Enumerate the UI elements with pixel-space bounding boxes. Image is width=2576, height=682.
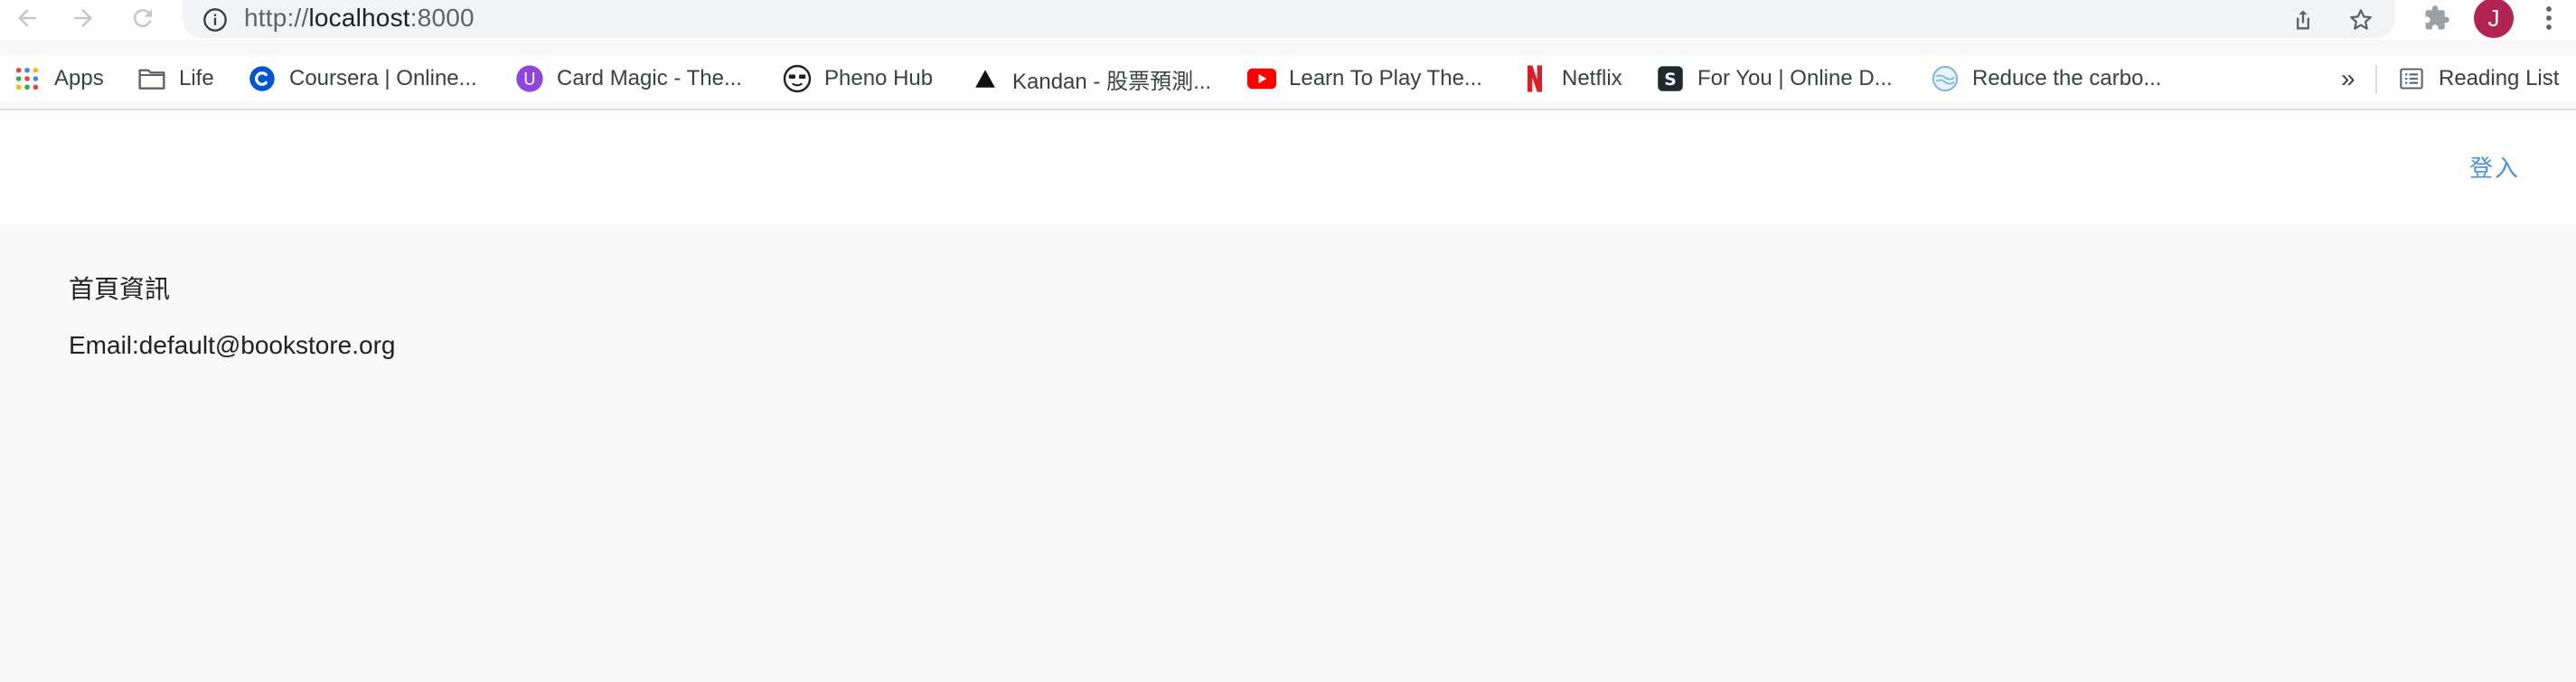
bookmark-label: Life: [179, 66, 214, 90]
globe-icon: [1931, 64, 1960, 93]
kandan-icon: [971, 64, 1000, 93]
site-info-icon[interactable]: [202, 7, 228, 37]
site-header: 登入: [0, 110, 2576, 224]
bookmark-label: Reduce the carbo...: [1972, 66, 2162, 90]
bookmark-star-icon[interactable]: [2346, 5, 2375, 34]
netflix-icon: [1520, 64, 1549, 93]
bookmark-for-you[interactable]: S For You | Online D...: [1656, 56, 1893, 101]
bookmark-netflix[interactable]: Netflix: [1520, 56, 1622, 101]
reload-icon[interactable]: [123, 0, 163, 36]
page-title: 首頁資訊: [69, 275, 171, 303]
folder-icon: [137, 64, 166, 93]
menu-kebab-icon[interactable]: [2535, 0, 2562, 36]
share-icon[interactable]: [2289, 5, 2317, 34]
bookmark-label: Apps: [54, 66, 104, 90]
bookmarks-bar: Apps Life Coursera | Online... U Card Ma…: [0, 56, 2576, 101]
url-text[interactable]: http://localhost:8000: [244, 4, 475, 33]
youtube-icon: [1247, 64, 1276, 93]
profile-button[interactable]: J: [2472, 0, 2515, 38]
contact-email: Email:default@bookstore.org: [69, 331, 396, 359]
reading-list-label: Reading List: [2439, 66, 2560, 90]
bookmark-card-magic[interactable]: U Card Magic - The...: [515, 56, 742, 101]
bookmark-reduce-carbon[interactable]: Reduce the carbo...: [1931, 56, 2161, 101]
reading-list-icon: [2397, 64, 2426, 93]
coursera-icon: [248, 64, 277, 93]
svg-text:U: U: [523, 71, 536, 90]
bookmarks-overflow-chevron-icon[interactable]: »: [2341, 56, 2355, 101]
forward-icon[interactable]: [63, 0, 103, 36]
scribd-icon: S: [1656, 64, 1685, 93]
bookmark-learn-to-play[interactable]: Learn To Play The...: [1247, 56, 1482, 101]
back-icon[interactable]: [7, 0, 47, 36]
bookmark-label: Coursera | Online...: [289, 66, 477, 90]
bookmark-label: For You | Online D...: [1697, 66, 1893, 90]
bookmarks-divider: [2375, 65, 2377, 94]
bookmark-apps[interactable]: Apps: [13, 56, 104, 101]
bookmark-label: Kandan - 股票預測...: [1012, 69, 1212, 94]
pheno-hub-icon: [783, 64, 812, 93]
reading-list-button[interactable]: Reading List: [2397, 56, 2559, 101]
svg-text:S: S: [1664, 71, 1677, 90]
bookmark-label: Card Magic - The...: [557, 66, 742, 90]
bookmark-coursera[interactable]: Coursera | Online...: [248, 56, 477, 101]
browser-toolbar: http://localhost:8000 J: [0, 0, 2576, 40]
bookmark-label: Netflix: [1562, 66, 1622, 90]
bookmark-life[interactable]: Life: [137, 56, 214, 101]
avatar: J: [2474, 0, 2514, 38]
login-link[interactable]: 登入: [2469, 150, 2520, 184]
bookmark-pheno-hub[interactable]: Pheno Hub: [783, 56, 933, 101]
bookmark-kandan[interactable]: Kandan - 股票預測...: [971, 56, 1211, 101]
address-bar[interactable]: http://localhost:8000: [183, 0, 2395, 38]
card-magic-icon: U: [515, 64, 544, 93]
bookmark-label: Pheno Hub: [824, 66, 934, 90]
extensions-icon[interactable]: [2419, 0, 2455, 36]
bookmark-label: Learn To Play The...: [1289, 66, 1482, 90]
apps-grid-icon: [13, 64, 42, 93]
page-content: 首頁資訊 Email:default@bookstore.org: [0, 224, 2576, 682]
